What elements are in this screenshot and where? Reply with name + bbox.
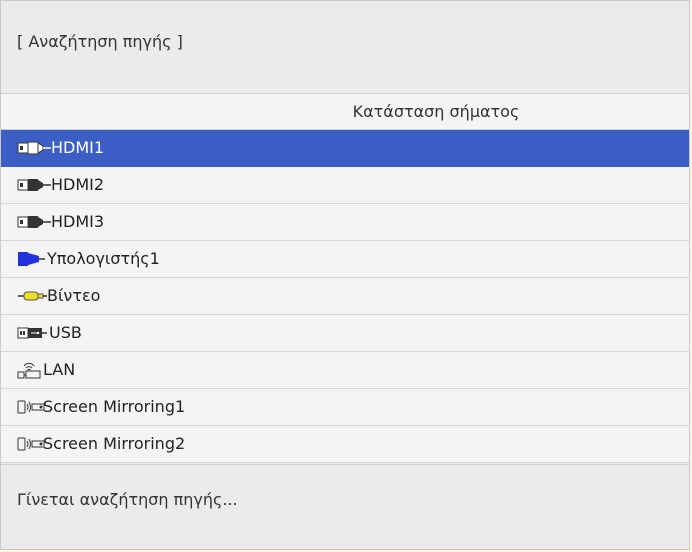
signal-status-header: Κατάσταση σήματος	[352, 102, 520, 121]
title-bar: [ Αναζήτηση πηγής ]	[1, 1, 689, 94]
source-label: Βίντεο	[47, 286, 101, 305]
source-list: HDMI1 HDMI2 HDMI3 Υπολογιστής1 Βίντεο US…	[1, 130, 689, 463]
column-header-row: Κατάσταση σήματος	[1, 94, 689, 130]
source-label: HDMI2	[51, 175, 105, 194]
source-label: Screen Mirroring2	[43, 434, 186, 453]
status-bar: Γίνεται αναζήτηση πηγής...	[1, 464, 689, 549]
source-label: Υπολογιστής1	[47, 249, 160, 268]
source-label: USB	[49, 323, 82, 342]
source-item-hdmi2[interactable]: HDMI2	[1, 167, 689, 204]
source-item-screen-mirroring1[interactable]: Screen Mirroring1	[1, 389, 689, 426]
dialog-title: [ Αναζήτηση πηγής ]	[17, 32, 183, 51]
source-label: Screen Mirroring1	[43, 397, 186, 416]
source-item-hdmi1[interactable]: HDMI1	[1, 130, 689, 167]
source-label: HDMI1	[51, 138, 105, 157]
source-item-screen-mirroring2[interactable]: Screen Mirroring2	[1, 426, 689, 463]
status-message: Γίνεται αναζήτηση πηγής...	[17, 490, 238, 509]
source-item-usb[interactable]: USB	[1, 315, 689, 352]
source-search-dialog: [ Αναζήτηση πηγής ] Κατάσταση σήματος HD…	[0, 0, 690, 550]
source-item-computer1[interactable]: Υπολογιστής1	[1, 241, 689, 278]
source-item-hdmi3[interactable]: HDMI3	[1, 204, 689, 241]
source-label: LAN	[43, 360, 76, 379]
source-item-lan[interactable]: LAN	[1, 352, 689, 389]
source-label: HDMI3	[51, 212, 105, 231]
source-item-video[interactable]: Βίντεο	[1, 278, 689, 315]
